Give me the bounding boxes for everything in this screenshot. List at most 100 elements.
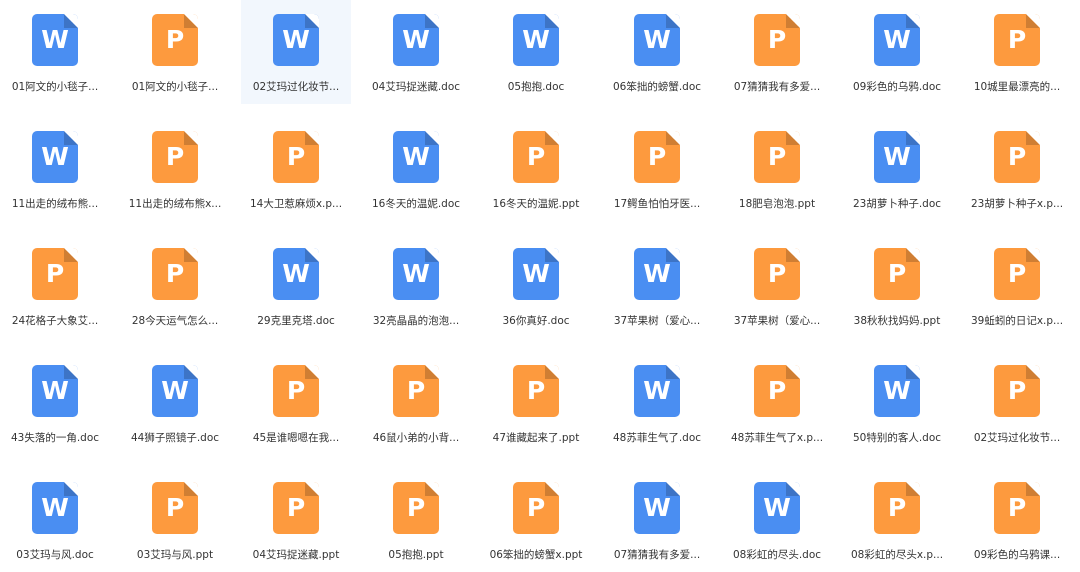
- file-item[interactable]: P 08彩虹的尽头x.p...: [842, 468, 952, 572]
- file-item[interactable]: P 03艾玛与风.ppt: [120, 468, 230, 572]
- file-item[interactable]: P 28今天运气怎么...: [120, 234, 230, 338]
- file-item[interactable]: W 03艾玛与风.doc: [0, 468, 110, 572]
- file-item[interactable]: W 07猜猜我有多爱...: [602, 468, 712, 572]
- file-item[interactable]: W 43失落的一角.doc: [0, 351, 110, 455]
- file-item[interactable]: W 37苹果树（爱心...: [602, 234, 712, 338]
- powerpoint-file-icon: P: [994, 248, 1040, 300]
- powerpoint-file-icon: P: [152, 482, 198, 534]
- file-name: 48苏菲生气了x.p...: [730, 432, 824, 444]
- file-item[interactable]: P 48苏菲生气了x.p...: [722, 351, 832, 455]
- file-item[interactable]: P 16冬天的温妮.ppt: [481, 117, 591, 221]
- powerpoint-file-icon: P: [393, 482, 439, 534]
- word-document-icon: W: [874, 14, 920, 66]
- word-document-icon: W: [152, 365, 198, 417]
- file-type-letter: W: [643, 259, 671, 288]
- file-item[interactable]: P 05抱抱.ppt: [361, 468, 471, 572]
- file-type-letter: P: [406, 376, 426, 405]
- file-name: 16冬天的温妮.doc: [371, 198, 461, 210]
- file-name: 05抱抱.ppt: [388, 549, 444, 561]
- file-item[interactable]: W 09彩色的乌鸦.doc: [842, 0, 952, 104]
- file-item[interactable]: P 24花格子大象艾...: [0, 234, 110, 338]
- file-type-letter: P: [887, 259, 907, 288]
- file-item[interactable]: P 07猜猜我有多爱...: [722, 0, 832, 104]
- file-name: 23胡萝卜种子x.p...: [970, 198, 1064, 210]
- file-name: 48苏菲生气了.doc: [612, 432, 702, 444]
- file-grid: W 01阿文的小毯子... P 01阿文的小毯子... W 02艾玛过化妆节... W 04艾…: [0, 0, 1080, 569]
- file-item[interactable]: W 16冬天的温妮.doc: [361, 117, 471, 221]
- file-type-letter: P: [286, 493, 306, 522]
- file-item[interactable]: W 02艾玛过化妆节...: [241, 0, 351, 104]
- file-item[interactable]: W 50特别的客人.doc: [842, 351, 952, 455]
- file-item[interactable]: W 29克里克塔.doc: [241, 234, 351, 338]
- word-document-icon: W: [393, 248, 439, 300]
- file-item[interactable]: P 04艾玛捉迷藏.ppt: [241, 468, 351, 572]
- word-document-icon: W: [634, 482, 680, 534]
- file-name: 43失落的一角.doc: [10, 432, 100, 444]
- file-item[interactable]: P 06笨拙的螃蟹x.ppt: [481, 468, 591, 572]
- word-document-icon: W: [634, 365, 680, 417]
- file-name: 11出走的绒布熊...: [11, 198, 99, 210]
- file-item[interactable]: P 39蚯蚓的日记x.p...: [962, 234, 1072, 338]
- file-name: 03艾玛与风.ppt: [136, 549, 214, 561]
- word-document-icon: W: [32, 131, 78, 183]
- file-item[interactable]: P 46鼠小弟的小背...: [361, 351, 471, 455]
- file-name: 04艾玛捉迷藏.ppt: [252, 549, 340, 561]
- file-item[interactable]: W 23胡萝卜种子.doc: [842, 117, 952, 221]
- file-item[interactable]: P 23胡萝卜种子x.p...: [962, 117, 1072, 221]
- file-type-letter: W: [41, 25, 69, 54]
- word-document-icon: W: [634, 248, 680, 300]
- file-name: 06笨拙的螃蟹x.ppt: [489, 549, 583, 561]
- file-type-letter: W: [41, 493, 69, 522]
- file-item[interactable]: P 11出走的绒布熊x...: [120, 117, 230, 221]
- file-item[interactable]: W 36你真好.doc: [481, 234, 591, 338]
- file-name: 03艾玛与风.doc: [16, 549, 94, 561]
- file-name: 11出走的绒布熊x...: [128, 198, 222, 210]
- file-type-letter: P: [1007, 493, 1027, 522]
- file-item[interactable]: W 04艾玛捉迷藏.doc: [361, 0, 471, 104]
- file-item[interactable]: P 17鳄鱼怕怕牙医...: [602, 117, 712, 221]
- file-type-letter: W: [41, 376, 69, 405]
- file-item[interactable]: P 18肥皂泡泡.ppt: [722, 117, 832, 221]
- file-item[interactable]: P 45是谁嗯嗯在我...: [241, 351, 351, 455]
- file-name: 32亮晶晶的泡泡...: [372, 315, 460, 327]
- file-item[interactable]: P 47谁藏起来了.ppt: [481, 351, 591, 455]
- file-name: 23胡萝卜种子.doc: [852, 198, 942, 210]
- file-item[interactable]: W 08彩虹的尽头.doc: [722, 468, 832, 572]
- file-type-letter: W: [522, 259, 550, 288]
- file-name: 04艾玛捉迷藏.doc: [371, 81, 461, 93]
- file-item[interactable]: W 11出走的绒布熊...: [0, 117, 110, 221]
- file-item[interactable]: P 01阿文的小毯子...: [120, 0, 230, 104]
- file-item[interactable]: W 48苏菲生气了.doc: [602, 351, 712, 455]
- file-item[interactable]: P 38秋秋找妈妈.ppt: [842, 234, 952, 338]
- word-document-icon: W: [32, 365, 78, 417]
- file-type-letter: P: [165, 259, 185, 288]
- file-item[interactable]: W 01阿文的小毯子...: [0, 0, 110, 104]
- file-item[interactable]: P 10城里最漂亮的...: [962, 0, 1072, 104]
- file-item[interactable]: W 06笨拙的螃蟹.doc: [602, 0, 712, 104]
- file-type-letter: W: [41, 142, 69, 171]
- file-type-letter: P: [767, 376, 787, 405]
- file-item[interactable]: P 02艾玛过化妆节...: [962, 351, 1072, 455]
- file-item[interactable]: P 37苹果树（爱心...: [722, 234, 832, 338]
- file-name: 24花格子大象艾...: [11, 315, 99, 327]
- word-document-icon: W: [874, 131, 920, 183]
- file-type-letter: P: [1007, 142, 1027, 171]
- word-document-icon: W: [32, 14, 78, 66]
- file-type-letter: P: [526, 493, 546, 522]
- file-type-letter: W: [161, 376, 189, 405]
- file-item[interactable]: W 05抱抱.doc: [481, 0, 591, 104]
- file-name: 07猜猜我有多爱...: [733, 81, 821, 93]
- file-type-letter: W: [402, 259, 430, 288]
- file-item[interactable]: W 32亮晶晶的泡泡...: [361, 234, 471, 338]
- file-type-letter: P: [647, 142, 667, 171]
- file-name: 39蚯蚓的日记x.p...: [970, 315, 1064, 327]
- file-name: 14大卫惹麻烦x.p...: [249, 198, 343, 210]
- file-item[interactable]: P 09彩色的乌鸦课...: [962, 468, 1072, 572]
- file-item[interactable]: P 14大卫惹麻烦x.p...: [241, 117, 351, 221]
- powerpoint-file-icon: P: [513, 365, 559, 417]
- file-type-letter: W: [883, 25, 911, 54]
- file-type-letter: P: [767, 259, 787, 288]
- file-name: 18肥皂泡泡.ppt: [738, 198, 816, 210]
- file-name: 28今天运气怎么...: [131, 315, 219, 327]
- file-item[interactable]: W 44狮子照镜子.doc: [120, 351, 230, 455]
